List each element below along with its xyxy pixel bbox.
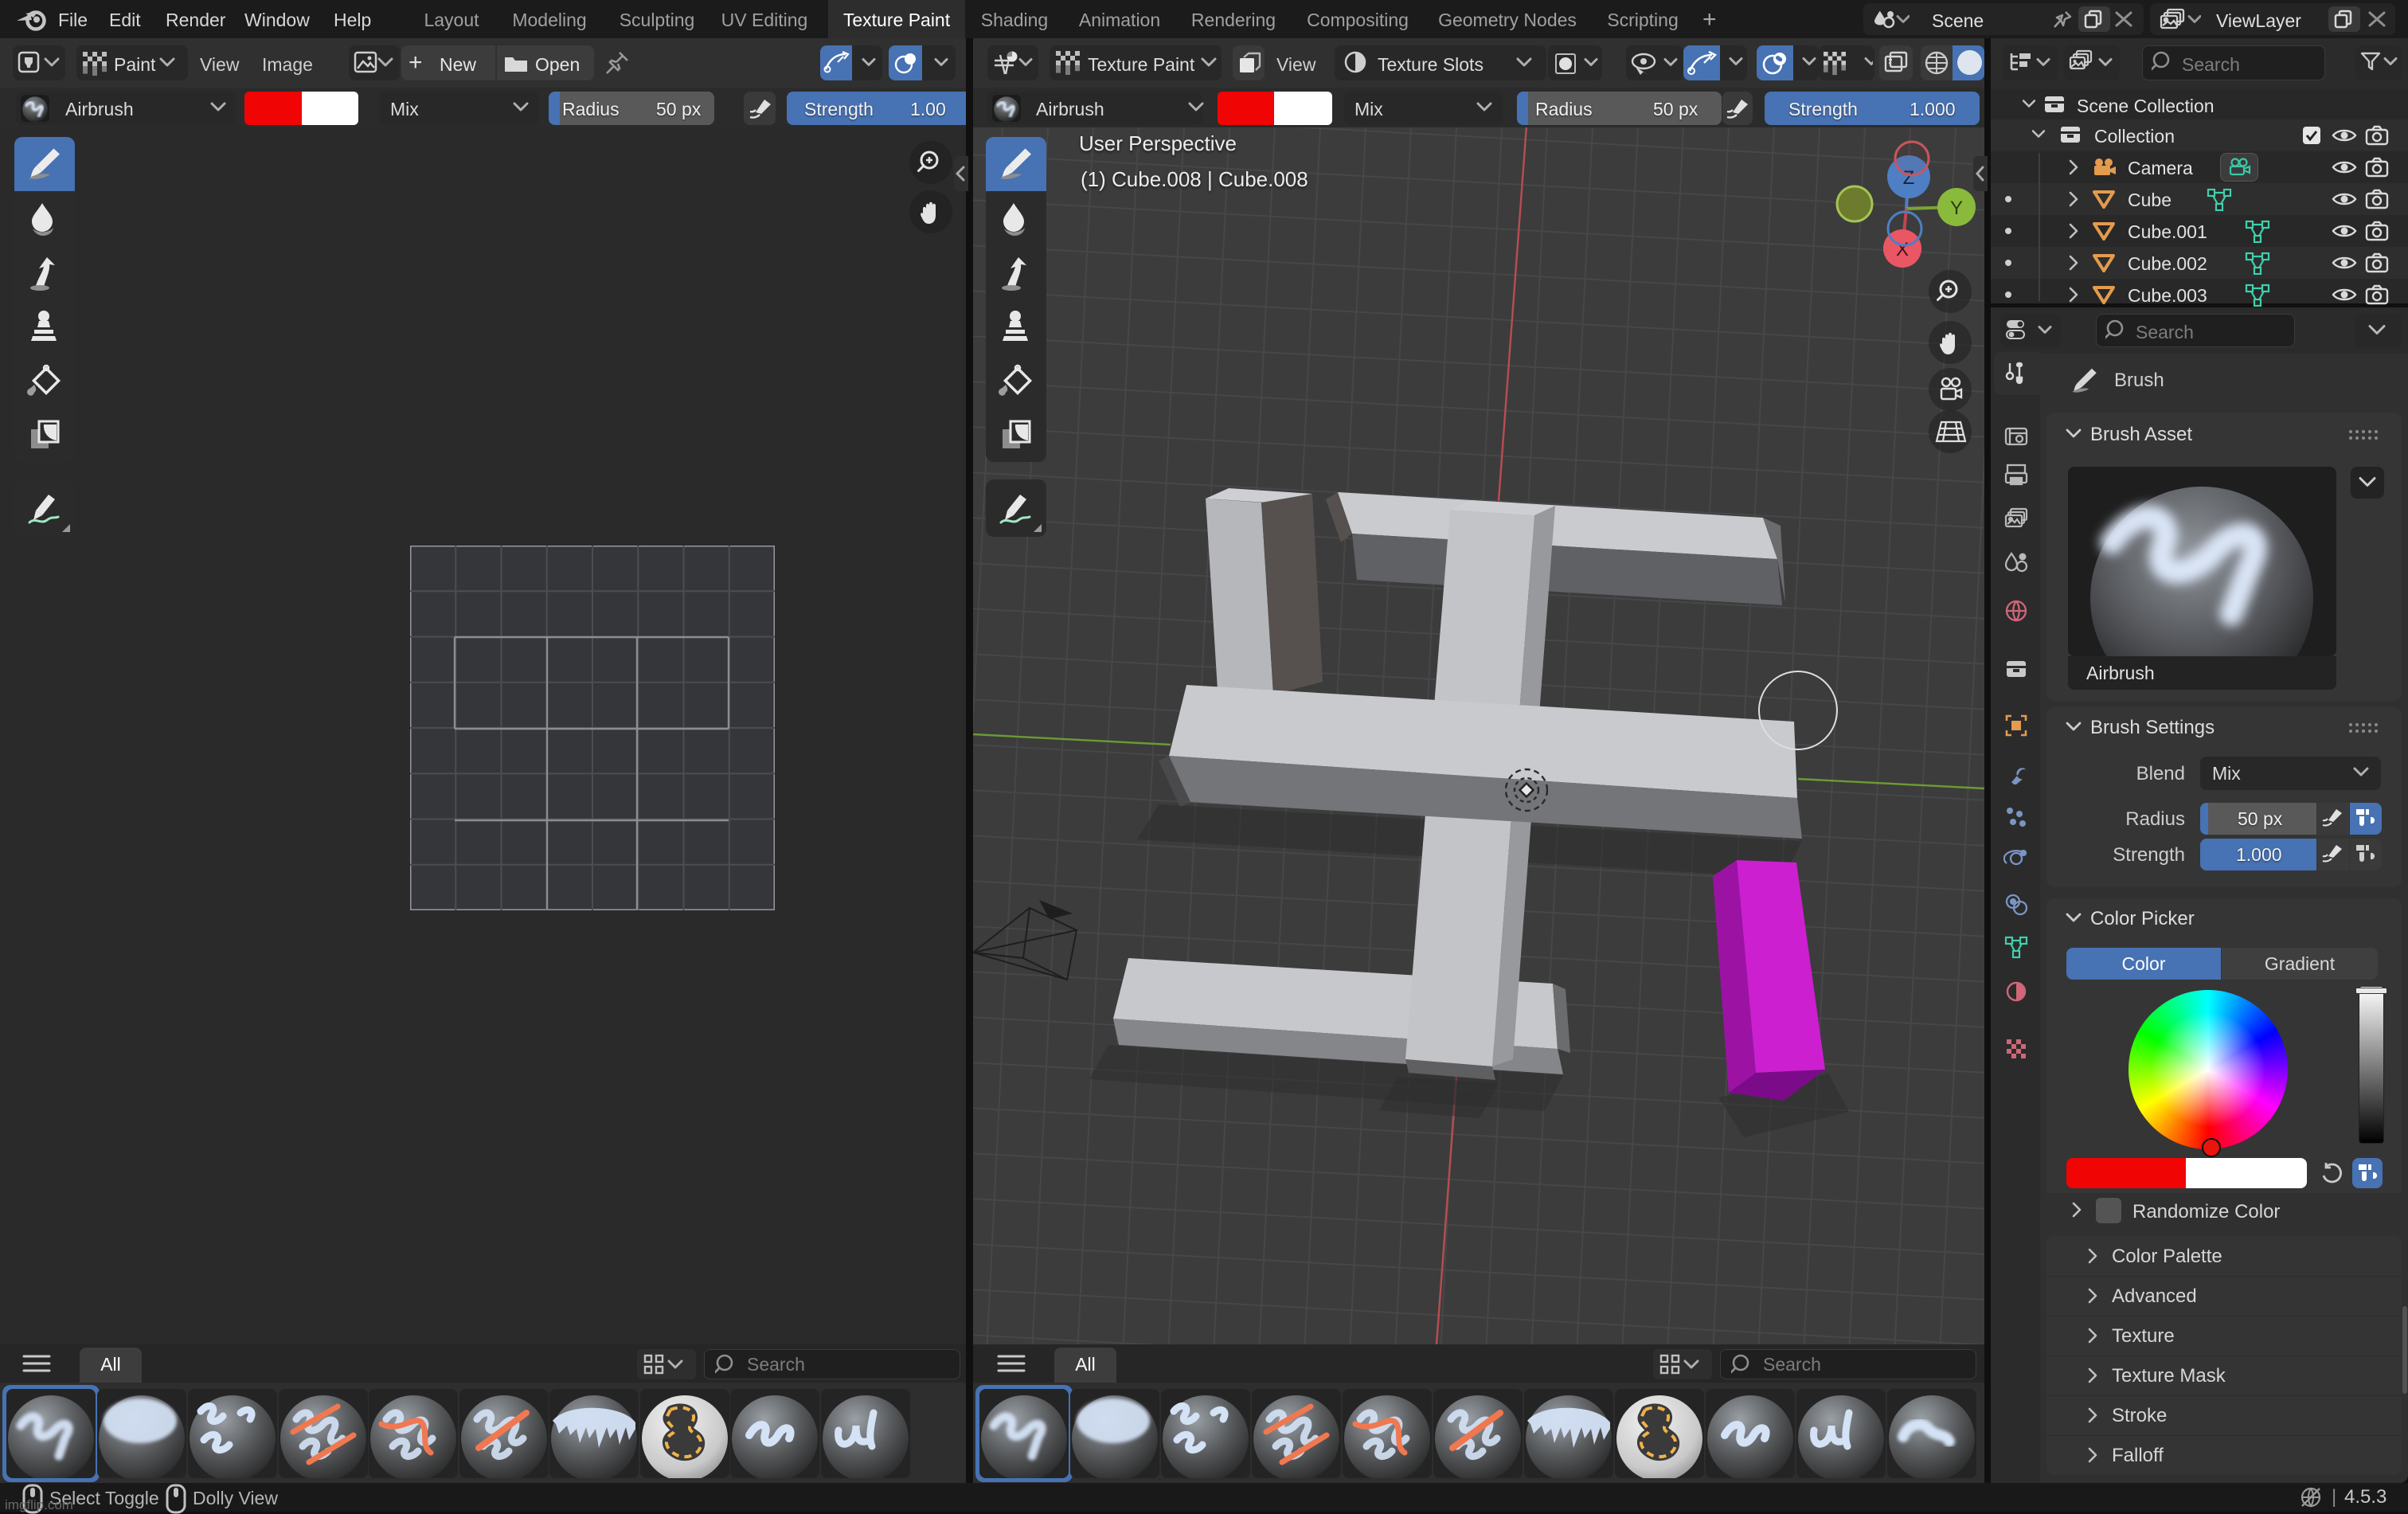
svg-text:Y: Y	[1950, 198, 1963, 219]
svg-text:X: X	[1896, 239, 1909, 260]
